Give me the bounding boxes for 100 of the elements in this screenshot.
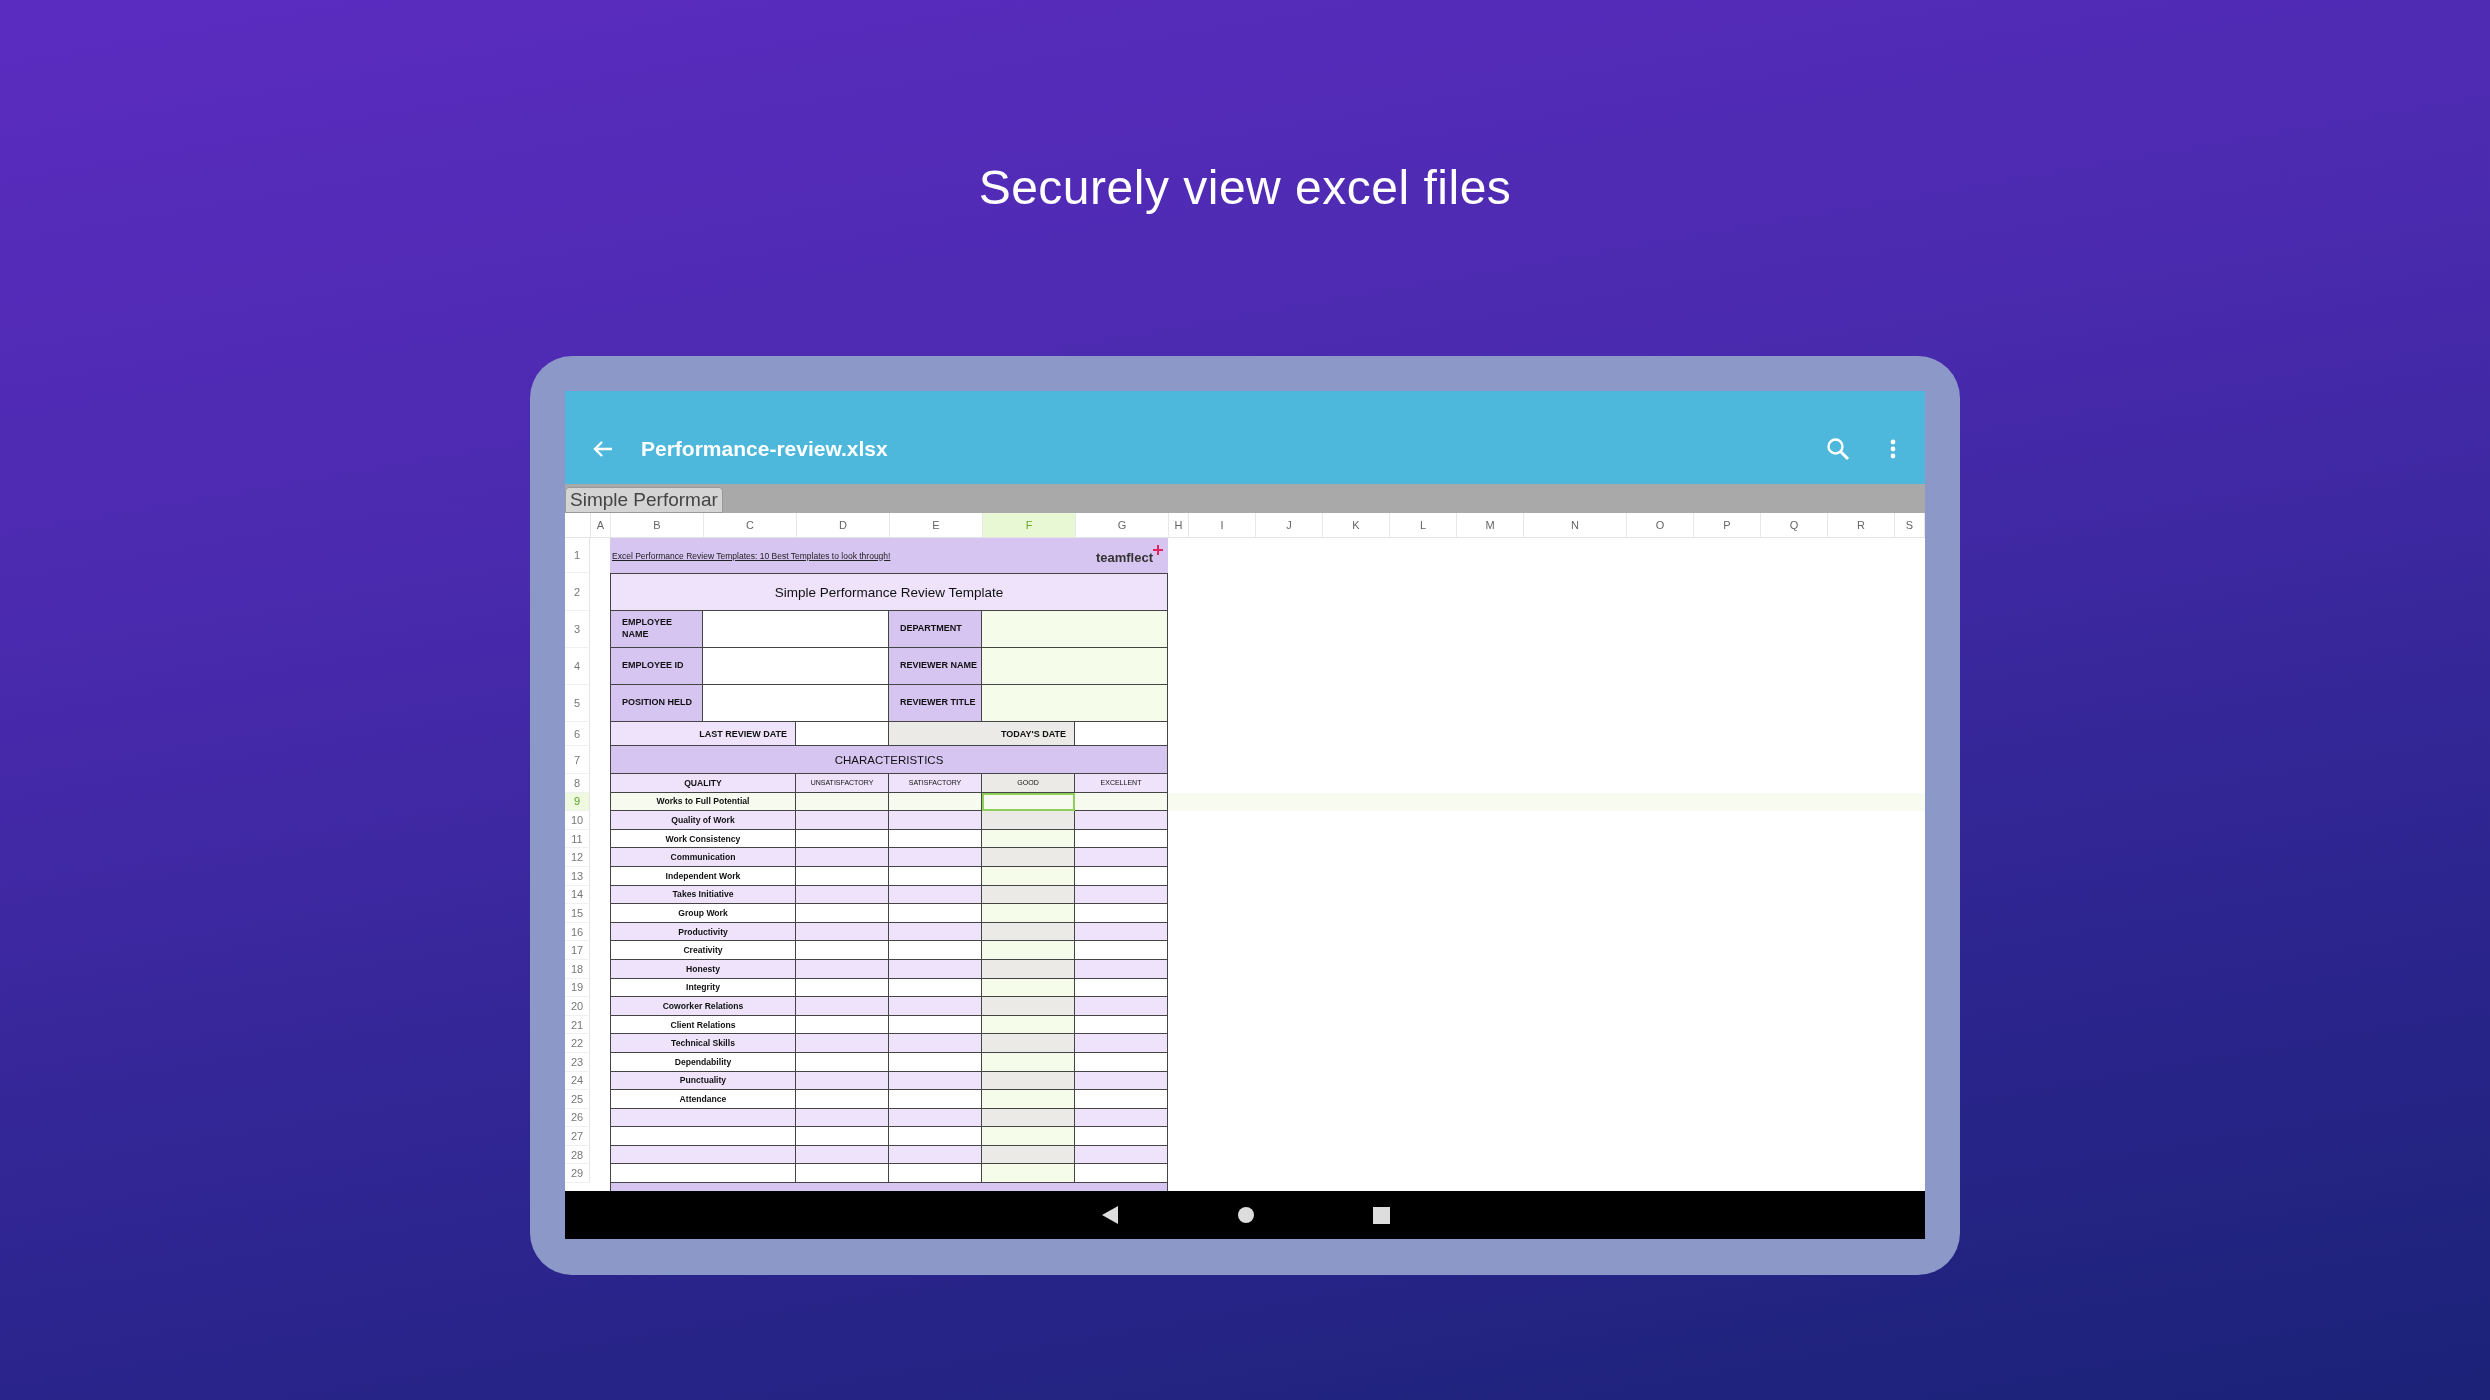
table-cell[interactable] <box>796 1034 889 1053</box>
table-cell[interactable] <box>889 997 982 1016</box>
table-cell[interactable] <box>889 1034 982 1053</box>
row-header[interactable]: 7 <box>565 746 590 774</box>
row-header[interactable]: 11 <box>565 829 590 849</box>
row-header[interactable]: 26 <box>565 1108 590 1128</box>
section-heading: CHARACTERISTICS <box>610 746 1168 774</box>
column-heading: QUALITY <box>610 774 796 793</box>
column-header[interactable]: O <box>1627 513 1694 537</box>
sheet-tab[interactable]: Simple Performar <box>565 487 723 513</box>
row-header[interactable]: 23 <box>565 1052 590 1072</box>
table-cell[interactable] <box>1075 1034 1168 1053</box>
row-header[interactable]: 28 <box>565 1145 590 1165</box>
row-header[interactable]: 10 <box>565 811 590 830</box>
row-header[interactable]: 16 <box>565 922 590 942</box>
table-cell[interactable] <box>982 904 1075 923</box>
row-header[interactable]: 21 <box>565 1015 590 1035</box>
table-cell[interactable] <box>703 685 889 722</box>
table-cell[interactable] <box>796 1090 889 1109</box>
column-header[interactable]: D <box>797 513 890 537</box>
table-cell[interactable] <box>796 1127 889 1146</box>
column-header[interactable]: J <box>1256 513 1323 537</box>
table-cell[interactable] <box>982 1034 1075 1053</box>
table-cell[interactable] <box>796 848 889 867</box>
table-cell[interactable] <box>1075 997 1168 1016</box>
row-header[interactable]: 20 <box>565 997 590 1016</box>
row-header[interactable]: 24 <box>565 1071 590 1091</box>
row-header[interactable]: 3 <box>565 611 590 648</box>
column-header[interactable]: A <box>591 513 611 537</box>
column-header[interactable]: H <box>1169 513 1189 537</box>
column-header[interactable]: R <box>1828 513 1895 537</box>
row-header[interactable]: 27 <box>565 1127 590 1146</box>
home-icon[interactable] <box>1236 1206 1255 1224</box>
column-header[interactable]: L <box>1390 513 1457 537</box>
row-header[interactable]: 17 <box>565 941 590 960</box>
row-header[interactable]: 4 <box>565 648 590 685</box>
row-header[interactable]: 8 <box>565 774 590 793</box>
recents-icon[interactable] <box>1372 1206 1390 1224</box>
row-header[interactable]: 6 <box>565 722 590 746</box>
table-cell[interactable] <box>1075 722 1168 746</box>
table-cell[interactable] <box>796 1164 889 1184</box>
table-cell[interactable] <box>703 648 889 685</box>
row-header[interactable]: 1 <box>565 538 590 573</box>
column-header[interactable]: G <box>1076 513 1169 537</box>
table-cell[interactable] <box>1075 904 1168 923</box>
column-header[interactable]: M <box>1457 513 1524 537</box>
column-header[interactable]: S <box>1895 513 1925 537</box>
row-header[interactable]: 13 <box>565 866 590 886</box>
table-cell[interactable] <box>889 1127 982 1146</box>
column-header[interactable]: N <box>1524 513 1627 537</box>
column-header[interactable]: P <box>1694 513 1761 537</box>
table-cell[interactable] <box>1075 941 1168 960</box>
table-cell[interactable] <box>889 904 982 923</box>
row-header[interactable]: 22 <box>565 1034 590 1053</box>
column-header[interactable]: B <box>611 513 704 537</box>
column-header[interactable]: K <box>1323 513 1390 537</box>
table-cell[interactable] <box>796 997 889 1016</box>
table-cell[interactable] <box>1075 1090 1168 1109</box>
row-header[interactable]: 25 <box>565 1090 590 1109</box>
table-cell[interactable] <box>610 1127 796 1146</box>
row-header[interactable]: 19 <box>565 978 590 998</box>
table-cell[interactable] <box>982 1164 1075 1184</box>
table-cell[interactable] <box>982 941 1075 960</box>
column-header[interactable]: Q <box>1761 513 1828 537</box>
row-header[interactable]: 12 <box>565 848 590 867</box>
back-icon[interactable] <box>1100 1205 1119 1225</box>
table-cell[interactable] <box>982 848 1075 867</box>
table-cell[interactable] <box>889 1164 982 1184</box>
column-header[interactable]: F <box>983 513 1076 537</box>
table-cell[interactable] <box>1075 811 1168 830</box>
table-cell[interactable] <box>982 685 1168 722</box>
table-cell[interactable] <box>982 997 1075 1016</box>
table-cell[interactable] <box>1075 1127 1168 1146</box>
row-header[interactable]: 18 <box>565 959 590 979</box>
table-cell[interactable] <box>982 1127 1075 1146</box>
table-cell[interactable] <box>796 811 889 830</box>
table-cell[interactable] <box>796 941 889 960</box>
table-cell[interactable] <box>796 722 889 746</box>
table-cell[interactable] <box>889 1090 982 1109</box>
template-title: Simple Performance Review Template <box>610 573 1168 611</box>
row-header[interactable]: 29 <box>565 1164 590 1184</box>
table-cell[interactable] <box>610 1164 796 1184</box>
row-header[interactable]: 14 <box>565 885 590 905</box>
table-cell[interactable] <box>889 811 982 830</box>
table-cell[interactable] <box>796 904 889 923</box>
table-cell[interactable] <box>1075 1164 1168 1184</box>
row-header[interactable]: 15 <box>565 904 590 923</box>
row-header[interactable]: 5 <box>565 685 590 722</box>
column-header[interactable]: C <box>704 513 797 537</box>
row-header[interactable]: 2 <box>565 573 590 611</box>
table-cell[interactable] <box>1075 848 1168 867</box>
table-cell[interactable] <box>982 1090 1075 1109</box>
table-cell[interactable] <box>703 611 889 648</box>
table-cell[interactable] <box>889 848 982 867</box>
table-cell[interactable] <box>982 811 1075 830</box>
table-cell[interactable] <box>982 648 1168 685</box>
table-cell[interactable] <box>889 941 982 960</box>
table-cell[interactable] <box>982 611 1168 648</box>
column-header[interactable]: I <box>1189 513 1256 537</box>
template-link[interactable]: Excel Performance Review Templates: 10 Best Templates to look through! <box>612 550 1096 561</box>
